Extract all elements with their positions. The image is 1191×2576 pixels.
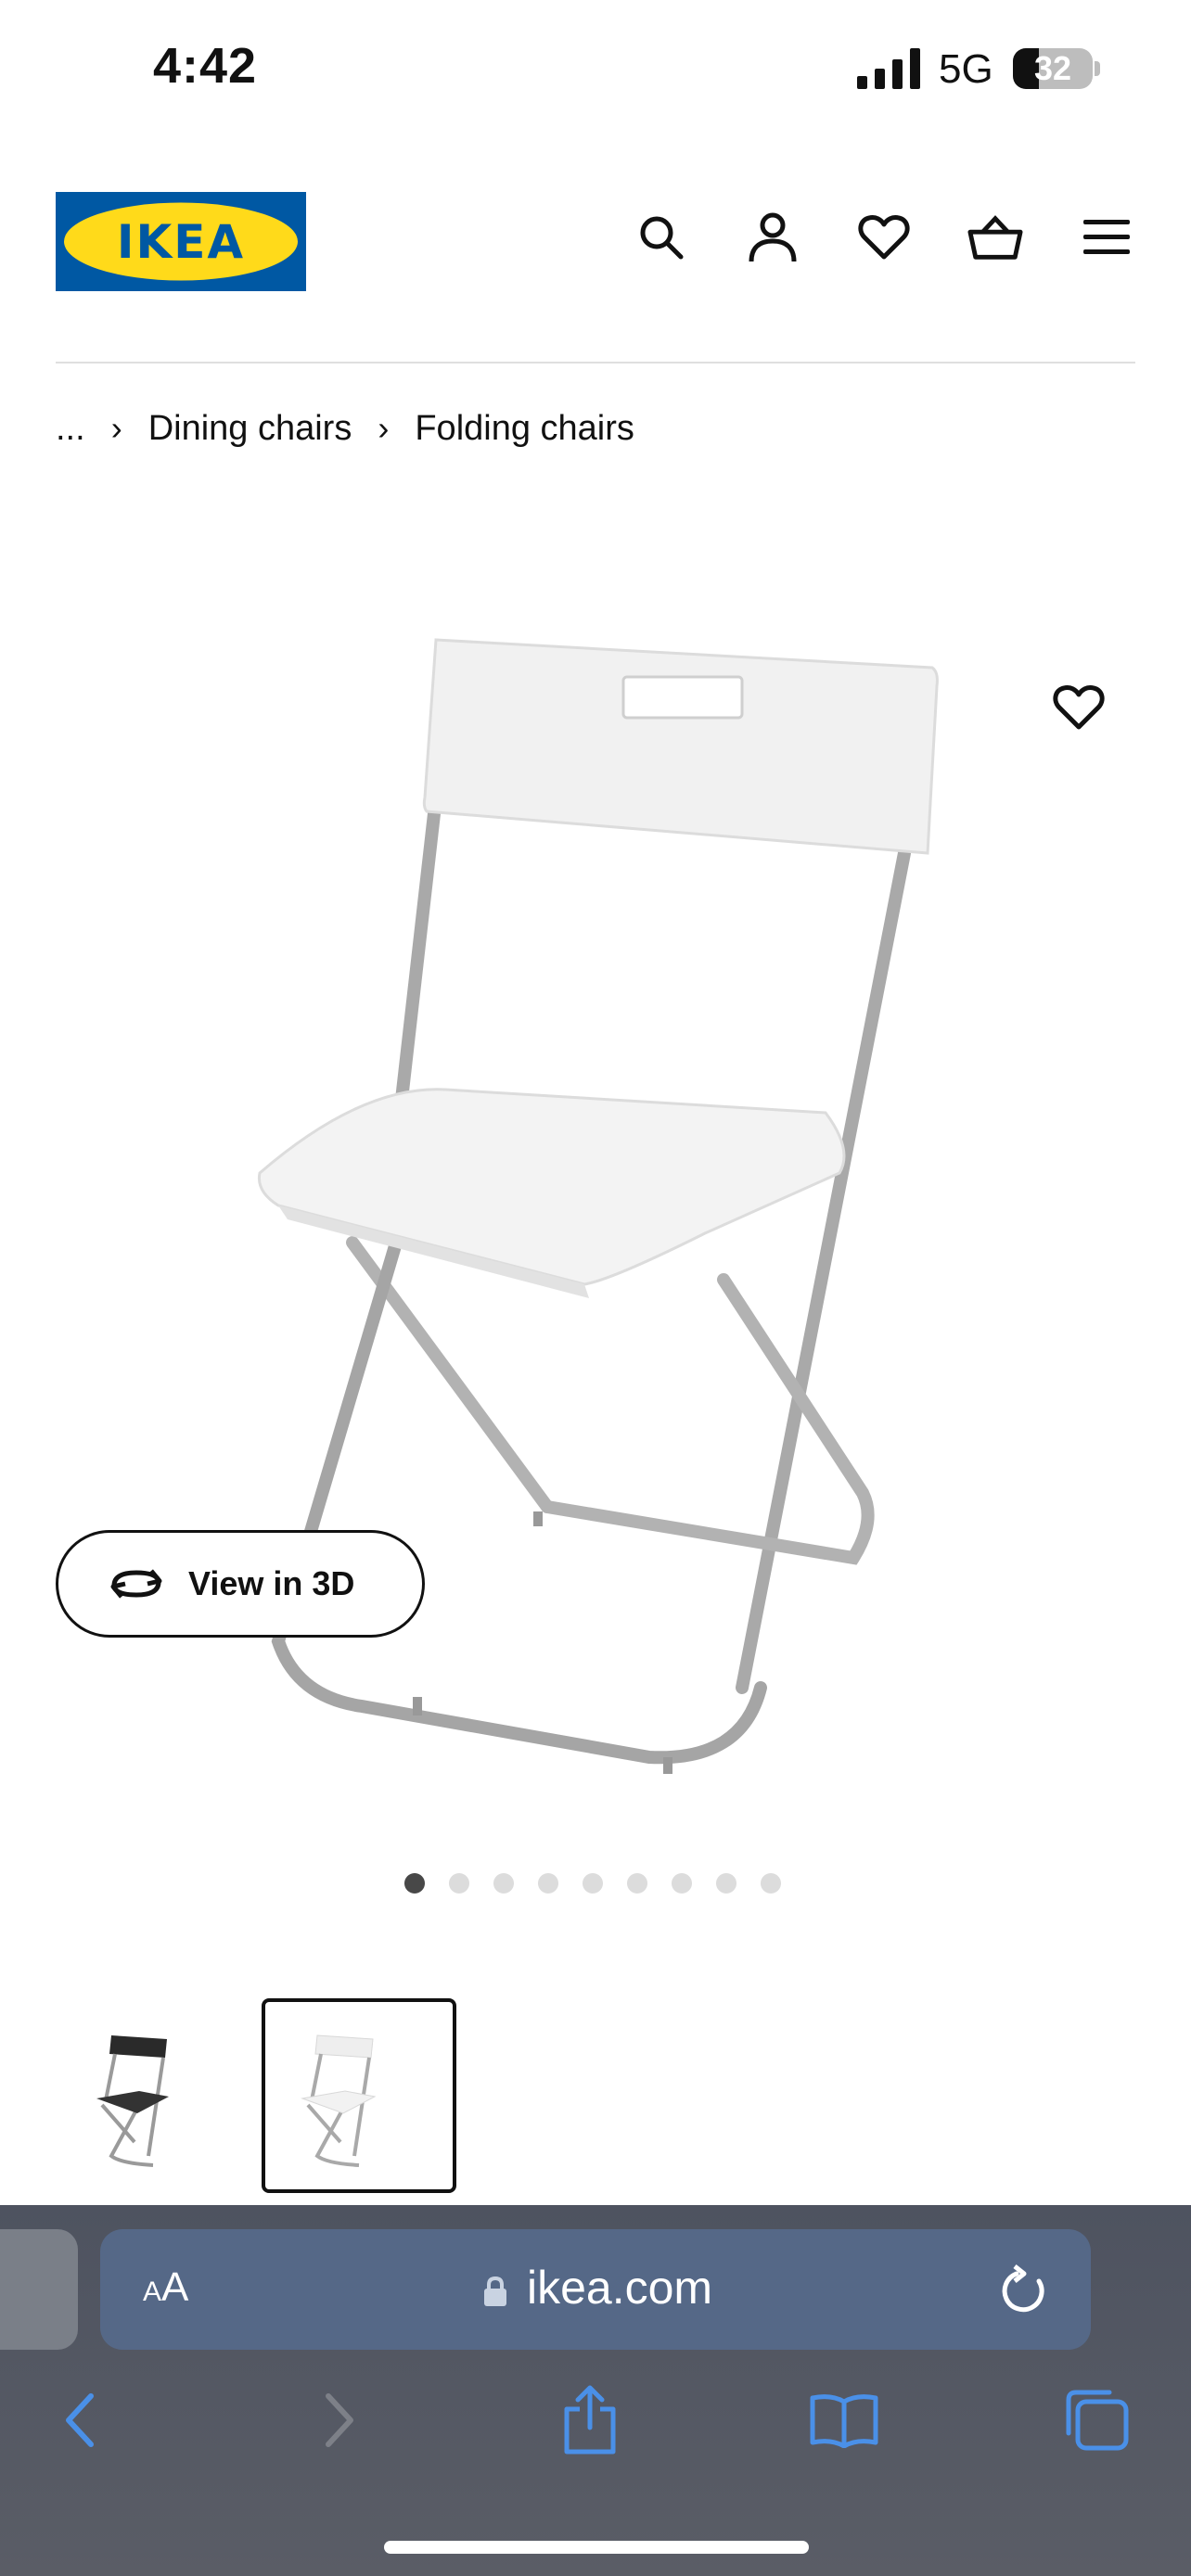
back-icon[interactable] <box>43 2383 117 2457</box>
view-in-3d-label: View in 3D <box>188 1564 355 1602</box>
gallery-dot[interactable] <box>538 1873 558 1894</box>
network-type: 5G <box>939 46 993 92</box>
gallery-dot[interactable] <box>404 1873 425 1894</box>
address-bar[interactable]: AA ikea.com <box>100 2229 1091 2350</box>
gallery-dot[interactable] <box>583 1873 603 1894</box>
reload-icon[interactable] <box>998 2263 1050 2318</box>
gallery-dot[interactable] <box>449 1873 469 1894</box>
gallery-pagination[interactable] <box>404 1873 805 1894</box>
breadcrumb-ellipsis[interactable]: ... <box>56 409 85 449</box>
gallery-dot[interactable] <box>672 1873 692 1894</box>
heart-icon[interactable] <box>856 210 912 265</box>
ikea-logo[interactable]: IKEA <box>56 192 306 291</box>
lock-icon <box>484 2276 506 2306</box>
bookmarks-icon[interactable] <box>807 2383 881 2457</box>
gallery-dot[interactable] <box>493 1873 514 1894</box>
tabs-icon[interactable] <box>1059 2383 1133 2457</box>
rotate-3d-icon <box>110 1569 162 1599</box>
home-indicator <box>384 2541 809 2554</box>
gallery-dot[interactable] <box>627 1873 647 1894</box>
share-icon[interactable] <box>553 2383 627 2457</box>
url-domain: ikea.com <box>527 2262 713 2314</box>
add-to-favorites-heart-icon[interactable] <box>1048 677 1109 738</box>
breadcrumb: ... › Dining chairs › Folding chairs <box>56 408 634 449</box>
forward-icon[interactable] <box>302 2383 377 2457</box>
header-divider <box>56 362 1135 363</box>
gallery-dot[interactable] <box>716 1873 736 1894</box>
cart-basket-icon[interactable] <box>967 210 1023 265</box>
thumbnail-black-chair[interactable] <box>56 1998 250 2193</box>
gallery-dot[interactable] <box>761 1873 781 1894</box>
account-icon[interactable] <box>745 210 800 265</box>
thumbnail-white-chair[interactable] <box>262 1998 456 2193</box>
battery-percent: 32 <box>1033 49 1072 87</box>
breadcrumb-item-dining-chairs[interactable]: Dining chairs <box>148 409 352 449</box>
battery-icon: 32 <box>1013 48 1093 89</box>
battery-tip <box>1095 61 1100 76</box>
status-time: 4:42 <box>153 38 258 94</box>
view-in-3d-button[interactable]: View in 3D <box>56 1530 425 1638</box>
search-icon[interactable] <box>634 210 689 265</box>
chevron-right-icon: › <box>110 409 122 447</box>
signal-icon <box>857 48 920 89</box>
menu-icon[interactable] <box>1079 210 1134 265</box>
chevron-right-icon: › <box>378 409 390 447</box>
text-size-button[interactable]: AA <box>143 2264 188 2311</box>
previous-tab-peek[interactable] <box>0 2229 78 2350</box>
breadcrumb-item-folding-chairs[interactable]: Folding chairs <box>415 409 634 449</box>
svg-text:IKEA: IKEA <box>117 215 245 269</box>
